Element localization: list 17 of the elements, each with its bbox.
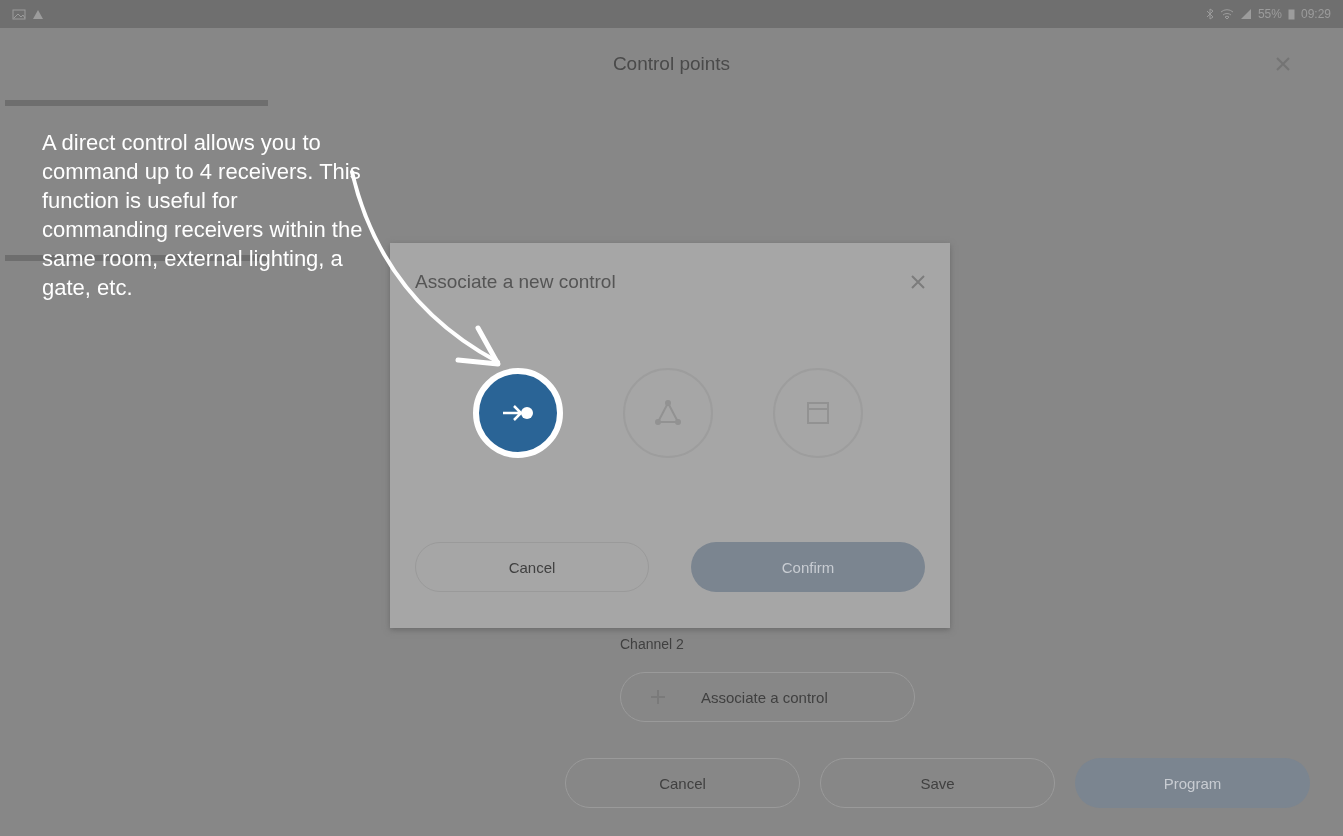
wifi-icon <box>1219 8 1234 20</box>
cancel-button[interactable]: Cancel <box>565 758 800 808</box>
warning-icon <box>32 8 44 20</box>
close-icon[interactable] <box>911 275 925 289</box>
associate-control-button[interactable]: Associate a control <box>620 672 915 722</box>
page-title: Control points <box>612 53 731 75</box>
save-button[interactable]: Save <box>820 758 1055 808</box>
image-icon <box>12 8 26 20</box>
channel-label: Channel 2 <box>620 636 684 652</box>
dialog-title: Associate a new control <box>415 271 616 293</box>
arrow-dot-icon <box>501 403 535 423</box>
bluetooth-icon <box>1205 8 1214 20</box>
program-button[interactable]: Program <box>1075 758 1310 808</box>
confirm-button[interactable]: Confirm <box>691 542 925 592</box>
battery-icon <box>1287 8 1295 20</box>
cancel-button[interactable]: Cancel <box>415 542 649 592</box>
signal-icon <box>1239 8 1252 20</box>
